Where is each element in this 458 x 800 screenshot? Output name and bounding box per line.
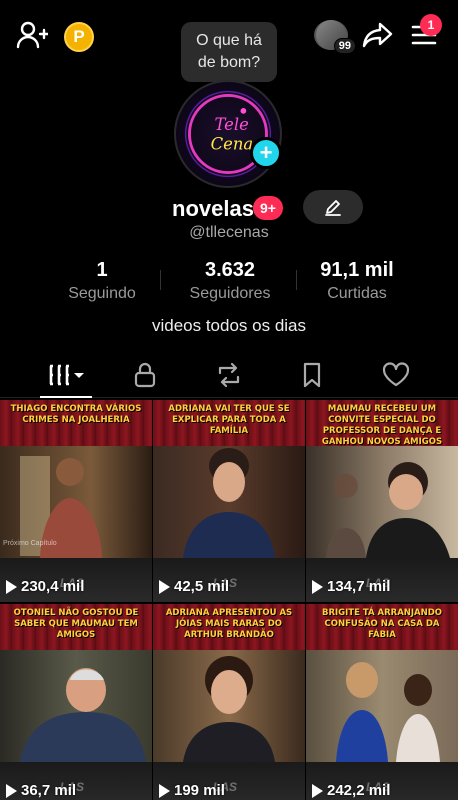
stat-value: 91,1 mil — [320, 259, 394, 281]
profile-tabs — [0, 352, 458, 398]
video-view-count: 199 mil — [174, 782, 225, 799]
status-bubble[interactable]: O que há de bom? — [181, 22, 277, 82]
profile-stats: 1 Seguindo 3.632 Seguidores 91,1 mil Cur… — [0, 258, 458, 306]
video-thumbnail[interactable]: MAUMAU RECEBEU UM CONVITE ESPECIAL DO PR… — [306, 400, 458, 602]
video-thumbnail[interactable]: ADRIANA VAI TER QUE SE EXPLICAR PARA TOD… — [153, 400, 305, 602]
play-icon — [312, 579, 323, 594]
video-views: 199 mil — [159, 782, 225, 799]
stat-followers[interactable]: 3.632 Seguidores — [170, 258, 290, 304]
tab-liked[interactable] — [378, 360, 414, 390]
profile-handle: @tllecenas — [189, 224, 269, 241]
grid-icon — [49, 364, 84, 386]
bookmark-icon — [303, 362, 321, 388]
coin-letter: P — [73, 27, 85, 46]
heart-icon — [382, 362, 410, 387]
repost-icon — [218, 362, 240, 388]
stat-label: Seguidores — [189, 285, 271, 302]
video-scene — [153, 650, 305, 762]
video-caption: OTONIEL NÃO GOSTOU DE SABER QUE MAUMAU T… — [13, 608, 139, 640]
stat-likes[interactable]: 91,1 mil Curtidas — [302, 258, 412, 304]
stat-label: Seguindo — [68, 285, 136, 302]
status-bubble-text: O que há de bom? — [196, 32, 262, 71]
video-scene — [0, 650, 152, 762]
video-thumbnail[interactable]: THIAGO ENCONTRA VÁRIOS CRIMES NA JOALHER… — [0, 400, 152, 602]
profile-bio: videos todos os dias — [151, 316, 307, 335]
video-view-count: 242,2 mil — [327, 782, 391, 799]
play-icon — [6, 579, 17, 594]
active-tab-indicator — [40, 396, 92, 398]
add-friend-icon[interactable] — [16, 20, 48, 50]
stat-label: Curtidas — [327, 285, 387, 302]
tab-saved[interactable] — [294, 360, 330, 390]
video-views: 42,5 mil — [159, 578, 229, 595]
video-caption: THIAGO ENCONTRA VÁRIOS CRIMES NA JOALHER… — [10, 404, 142, 425]
pencil-icon — [325, 200, 341, 216]
video-caption: MAUMAU RECEBEU UM CONVITE ESPECIAL DO PR… — [321, 404, 443, 447]
video-view-count: 42,5 mil — [174, 578, 230, 595]
name-notification-badge[interactable]: 9+ — [253, 196, 283, 220]
coin-icon[interactable]: P — [64, 22, 94, 52]
play-icon — [6, 783, 17, 798]
video-thumbnail[interactable]: BRIGITE TÁ ARRANJANDO CONFUSÃO NA CASA D… — [306, 604, 458, 800]
tab-videos[interactable] — [46, 360, 88, 390]
video-caption: BRIGITE TÁ ARRANJANDO CONFUSÃO NA CASA D… — [321, 608, 443, 640]
video-overlay-text: Próximo Capítulo — [3, 540, 57, 547]
video-views: 242,2 mil — [312, 782, 390, 799]
video-view-count: 134,7 mil — [327, 578, 391, 595]
video-thumbnail[interactable]: OTONIEL NÃO GOSTOU DE SABER QUE MAUMAU T… — [0, 604, 152, 800]
stat-divider — [160, 270, 161, 290]
share-icon[interactable] — [362, 20, 394, 50]
stat-value: 1 — [96, 259, 108, 281]
video-views: 134,7 mil — [312, 578, 390, 595]
video-views: 230,4 mil — [6, 578, 84, 595]
stat-following[interactable]: 1 Seguindo — [52, 258, 152, 304]
video-caption: ADRIANA VAI TER QUE SE EXPLICAR PARA TOD… — [168, 404, 290, 436]
video-caption: ADRIANA APRESENTOU AS JÓIAS MAIS RARAS D… — [165, 608, 293, 640]
video-views: 36,7 mil — [6, 782, 76, 799]
video-thumbnail[interactable]: ADRIANA APRESENTOU AS JÓIAS MAIS RARAS D… — [153, 604, 305, 800]
video-scene — [306, 650, 458, 762]
edit-profile-button[interactable] — [303, 190, 363, 224]
tab-private[interactable] — [127, 360, 163, 390]
profile-views-count: 99 — [333, 38, 356, 54]
profile-avatar[interactable]: Tele Cenas — [174, 80, 282, 188]
video-grid: THIAGO ENCONTRA VÁRIOS CRIMES NA JOALHER… — [0, 400, 458, 800]
stat-value: 3.632 — [204, 259, 256, 281]
video-view-count: 36,7 mil — [21, 782, 77, 799]
video-scene — [153, 446, 305, 558]
add-story-button[interactable]: + — [250, 137, 282, 169]
profile-views-button[interactable]: 99 — [314, 20, 356, 54]
lock-icon — [134, 362, 156, 388]
play-icon — [159, 579, 170, 594]
play-icon — [159, 783, 170, 798]
avatar-logo-line1: Tele — [215, 115, 249, 134]
stat-divider — [296, 270, 297, 290]
play-icon — [312, 783, 323, 798]
video-scene — [306, 446, 458, 558]
tab-reposts[interactable] — [211, 360, 247, 390]
profile-name: novelas — [172, 196, 254, 221]
menu-notification-badge: 1 — [420, 14, 442, 36]
video-view-count: 230,4 mil — [21, 578, 85, 595]
